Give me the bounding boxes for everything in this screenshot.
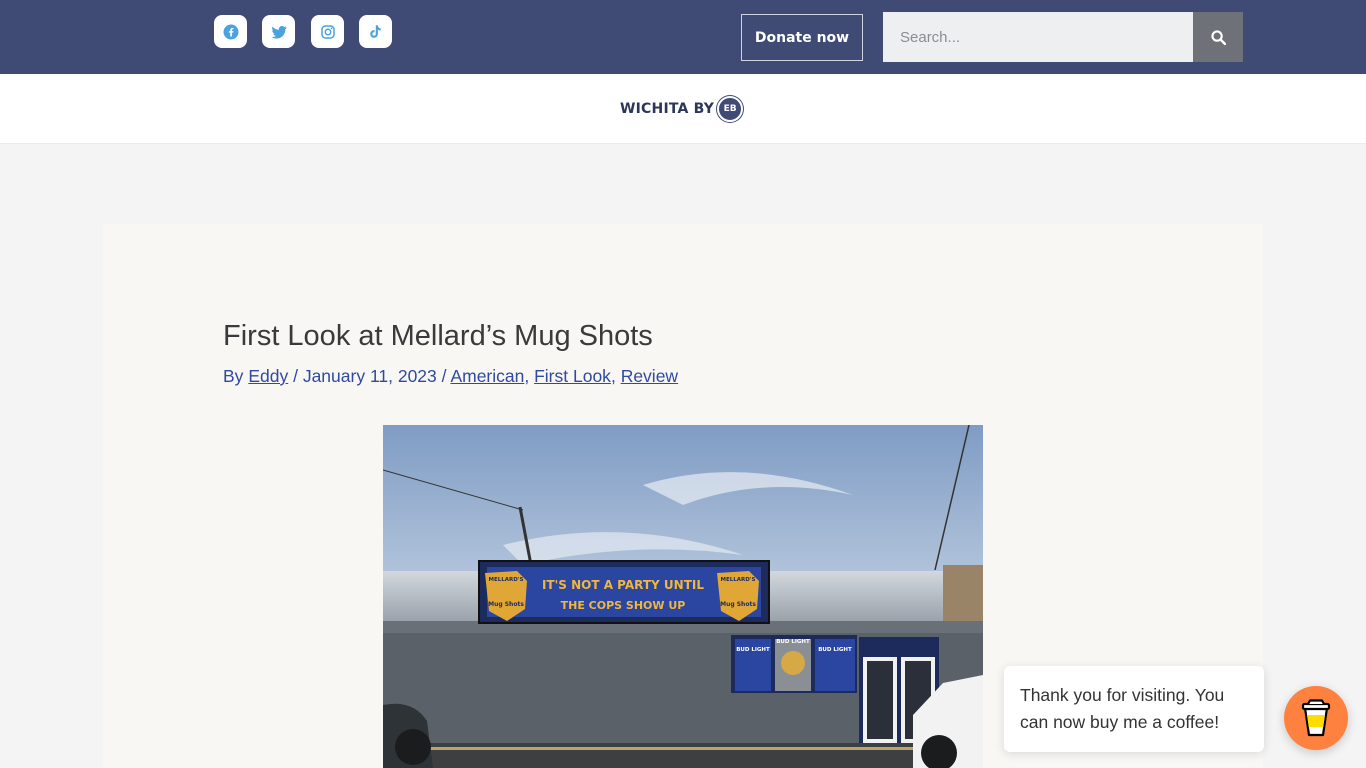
- meta-separator: /: [293, 366, 298, 386]
- site-logo[interactable]: WICHITA BY EB: [620, 96, 744, 122]
- tiktok-icon: [369, 24, 381, 38]
- top-bar: Donate now: [0, 0, 1366, 74]
- article-meta: By Eddy / January 11, 2023 / American, F…: [223, 366, 679, 386]
- category-link-american[interactable]: American: [450, 366, 524, 386]
- sign-badge-right-bottom: Mug Shots: [720, 601, 756, 608]
- logo-badge: EB: [717, 96, 744, 122]
- sign-line-1: IT'S NOT A PARTY UNTIL: [542, 578, 704, 592]
- facebook-link[interactable]: [214, 15, 247, 48]
- facebook-icon: [223, 24, 238, 39]
- category-link-first-look[interactable]: First Look: [534, 366, 611, 386]
- search-icon: [1210, 29, 1226, 45]
- buy-coffee-button[interactable]: [1284, 686, 1348, 750]
- instagram-icon: [320, 24, 335, 39]
- author-link[interactable]: Eddy: [248, 366, 288, 386]
- meta-separator: /: [441, 366, 447, 386]
- poster-label-2: BUD LIGHT: [776, 639, 810, 645]
- tiktok-link[interactable]: [359, 15, 392, 48]
- featured-image: MELLARD'S Mug Shots MELLARD'S Mug Shots …: [383, 425, 983, 768]
- site-header: WICHITA BY EB: [0, 74, 1366, 144]
- search-button[interactable]: [1193, 12, 1243, 62]
- logo-text: WICHITA BY: [620, 101, 715, 117]
- instagram-link[interactable]: [311, 15, 344, 48]
- sign-badge-left-top: MELLARD'S: [489, 577, 524, 583]
- twitter-icon: [271, 25, 287, 39]
- poster-label-1: BUD LIGHT: [736, 647, 770, 653]
- donate-button[interactable]: Donate now: [741, 14, 863, 61]
- article-title: First Look at Mellard’s Mug Shots: [223, 320, 653, 352]
- poster-label-3: BUD LIGHT: [818, 647, 852, 653]
- coffee-cup-icon: [1301, 699, 1331, 737]
- sign-line-2: THE COPS SHOW UP: [561, 599, 686, 612]
- twitter-link[interactable]: [262, 15, 295, 48]
- sign-badge-left-bottom: Mug Shots: [488, 601, 524, 608]
- byline-prefix: By: [223, 366, 244, 386]
- category-link-review[interactable]: Review: [621, 366, 678, 386]
- sign-badge-right-top: MELLARD'S: [721, 577, 756, 583]
- search-input[interactable]: [883, 12, 1193, 62]
- post-date: January 11, 2023: [302, 366, 437, 386]
- coffee-message-bubble: Thank you for visiting. You can now buy …: [1004, 666, 1264, 752]
